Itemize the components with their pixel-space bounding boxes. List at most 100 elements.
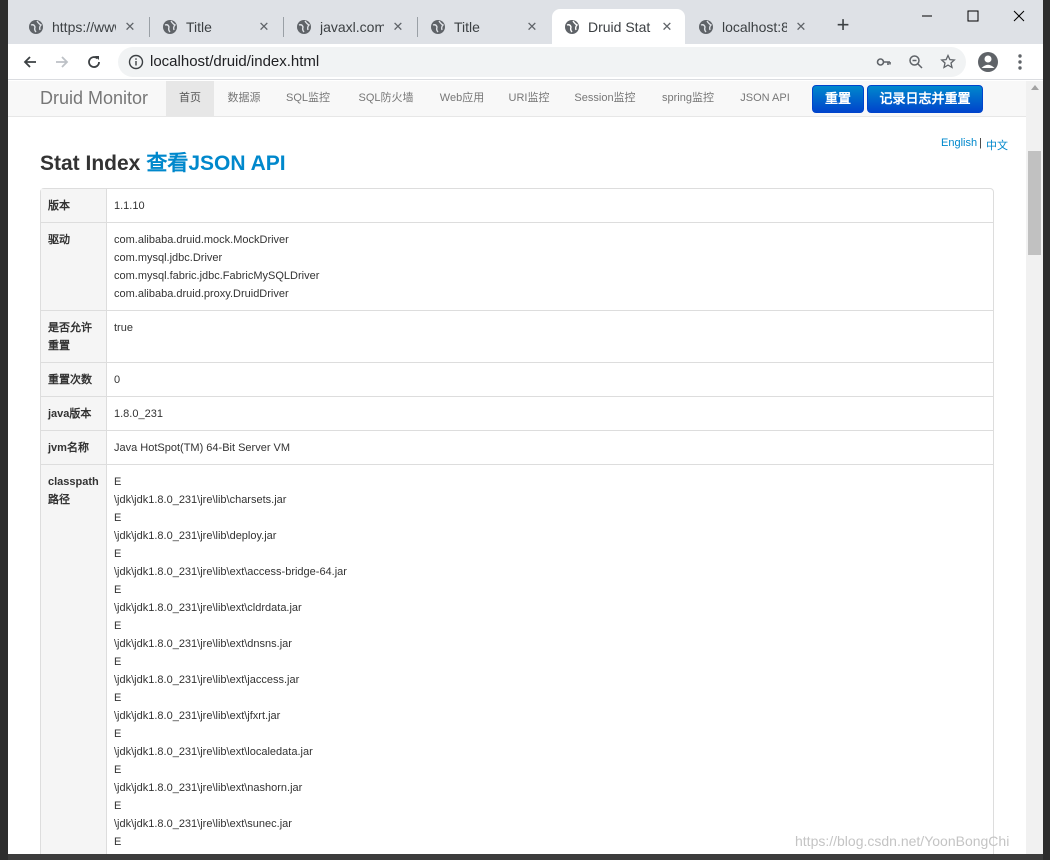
stat-value-line: E xyxy=(114,476,122,488)
reload-button[interactable] xyxy=(81,49,107,75)
stat-key: 是否允许重置 xyxy=(41,310,107,362)
stat-value-line: com.mysql.fabric.jdbc.FabricMySQLDriver xyxy=(114,270,320,282)
zoom-icon[interactable] xyxy=(908,54,924,70)
scroll-up-arrow-icon[interactable] xyxy=(1031,85,1039,90)
stat-value-line: \jdk\jdk1.8.0_231\jre\lib\ext\localedata… xyxy=(114,746,313,758)
lang-chinese-link[interactable]: 中文 xyxy=(986,137,1008,153)
nav-home[interactable]: 首页 xyxy=(166,81,214,116)
stat-value-line: E xyxy=(114,512,122,524)
lang-english-link[interactable]: English xyxy=(941,137,977,149)
browser-toolbar: localhost/druid/index.html xyxy=(8,44,1043,80)
table-row: jvm名称 Java HotSpot(TM) 64-Bit Server VM xyxy=(41,430,993,464)
browser-tab[interactable]: Title ✕ xyxy=(150,9,282,44)
desktop-background-right xyxy=(1043,0,1050,860)
nav-spring-monitor[interactable]: spring监控 xyxy=(650,81,726,116)
stat-value: com.alibaba.druid.mock.MockDriver com.mys… xyxy=(107,222,993,310)
stat-key: 重置次数 xyxy=(41,362,107,396)
stat-value: 1.8.0_231 xyxy=(107,396,993,430)
browser-tab[interactable]: javaxl.com ✕ xyxy=(284,9,416,44)
browser-tab-active[interactable]: Druid Stat In ✕ xyxy=(552,9,685,44)
close-icon[interactable]: ✕ xyxy=(256,19,272,35)
browser-tab[interactable]: https://www ✕ xyxy=(16,9,148,44)
stat-value-line: \jdk\jdk1.8.0_231\jre\lib\ext\nashorn.ja… xyxy=(114,782,303,794)
stat-value-line: E xyxy=(114,764,122,776)
tab-strip: https://www ✕ Title ✕ javaxl.com ✕ Title… xyxy=(8,0,1043,44)
stat-key: 驱动 xyxy=(41,222,107,310)
stat-value-line: Java HotSpot(TM) 64-Bit Server VM xyxy=(114,442,291,454)
stat-value-line: \jdk\jdk1.8.0_231\jre\lib\deploy.jar xyxy=(114,530,277,542)
stat-key: 版本 xyxy=(41,189,107,222)
json-api-link[interactable]: 查看JSON API xyxy=(146,152,285,175)
nav-uri-monitor[interactable]: URI监控 xyxy=(498,81,560,116)
browser-tab[interactable]: Title ✕ xyxy=(418,9,550,44)
brand-title[interactable]: Druid Monitor xyxy=(40,88,148,109)
close-window-button[interactable] xyxy=(996,4,1042,28)
close-icon[interactable]: ✕ xyxy=(390,19,406,35)
table-row: 是否允许重置 true xyxy=(41,310,993,362)
lang-separator: | xyxy=(979,137,982,149)
stat-value-line: \jdk\jdk1.8.0_231\jre\lib\ext\jaccess.ja… xyxy=(114,674,300,686)
tab-title: Druid Stat In xyxy=(588,18,653,35)
minimize-button[interactable] xyxy=(904,4,950,28)
stat-value-line: \jdk\jdk1.8.0_231\jre\lib\ext\sunec.jar xyxy=(114,818,292,830)
close-icon[interactable]: ✕ xyxy=(659,19,675,35)
stat-value-line: com.alibaba.druid.mock.MockDriver xyxy=(114,234,289,246)
globe-icon xyxy=(565,19,579,34)
nav-web-app[interactable]: Web应用 xyxy=(430,81,494,116)
table-row: java版本 1.8.0_231 xyxy=(41,396,993,430)
browser-tab[interactable]: localhost:80 ✕ xyxy=(686,9,819,44)
maximize-button[interactable] xyxy=(950,4,996,28)
key-icon[interactable] xyxy=(876,54,892,70)
tab-title: Title xyxy=(186,18,212,35)
stat-value-line: E xyxy=(114,728,122,740)
vertical-scrollbar[interactable] xyxy=(1026,81,1043,854)
forward-button[interactable] xyxy=(49,49,75,75)
tab-title: localhost:80 xyxy=(722,18,787,35)
scroll-thumb[interactable] xyxy=(1028,151,1041,255)
back-button[interactable] xyxy=(17,49,43,75)
new-tab-button[interactable]: + xyxy=(831,14,855,38)
reload-icon xyxy=(88,56,100,68)
stat-table: 版本 1.1.10 驱动 com.alibaba.druid.mock.MockDri… xyxy=(40,188,994,854)
menu-kebab-icon[interactable] xyxy=(1008,50,1032,74)
tab-title: javaxl.com xyxy=(320,18,384,35)
close-icon[interactable]: ✕ xyxy=(793,19,809,35)
close-icon[interactable]: ✕ xyxy=(122,19,138,35)
minimize-icon xyxy=(922,15,932,17)
url-text[interactable]: localhost/druid/index.html xyxy=(150,53,319,70)
table-row: 驱动 com.alibaba.druid.mock.MockDriver com.m… xyxy=(41,222,993,310)
reset-button[interactable]: 重置 xyxy=(812,85,864,113)
nav-session-monitor[interactable]: Session监控 xyxy=(564,81,646,116)
browser-window: https://www ✕ Title ✕ javaxl.com ✕ Title… xyxy=(8,0,1043,854)
stat-value-line: E xyxy=(114,692,122,704)
nav-json-api[interactable]: JSON API xyxy=(730,81,800,116)
stat-key: java版本 xyxy=(41,396,107,430)
table-row: 重置次数 0 xyxy=(41,362,993,396)
desktop-background xyxy=(0,0,8,860)
stat-value-line: \jdk\jdk1.8.0_231\jre\lib\ext\access-bri… xyxy=(114,566,347,578)
log-and-reset-button[interactable]: 记录日志并重置 xyxy=(867,85,983,113)
nav-sql-monitor[interactable]: SQL监控 xyxy=(274,81,342,116)
tab-title: https://www xyxy=(52,18,116,35)
stat-value-line: \jdk\jdk1.8.0_231\jre\lib\charsets.jar xyxy=(114,494,287,506)
table-row: 版本 1.1.10 xyxy=(41,189,993,222)
globe-icon xyxy=(163,19,177,34)
page-title-text: Stat Index xyxy=(40,152,141,175)
nav-sql-firewall[interactable]: SQL防火墙 xyxy=(346,81,426,116)
profile-avatar-icon[interactable] xyxy=(976,50,1000,74)
stat-value-line: com.mysql.jdbc.Driver xyxy=(114,252,223,264)
maximize-icon xyxy=(967,10,979,22)
info-icon[interactable] xyxy=(128,54,144,70)
bookmark-star-icon[interactable] xyxy=(940,54,956,70)
stat-value-line: E xyxy=(114,800,122,812)
druid-navbar: Druid Monitor 首页 数据源 SQL监控 SQL防火墙 Web应用 … xyxy=(8,81,1026,117)
stat-value-line: E xyxy=(114,620,122,632)
address-bar[interactable]: localhost/druid/index.html xyxy=(118,47,966,77)
stat-key: jvm名称 xyxy=(41,430,107,464)
nav-datasource[interactable]: 数据源 xyxy=(216,81,272,116)
close-icon[interactable]: ✕ xyxy=(524,19,540,35)
stat-value-line: E xyxy=(114,584,122,596)
table-row: classpath路径 E \jdk\jdk1.8.0_231\jre\lib\ch… xyxy=(41,464,993,854)
stat-value-line: \jdk\jdk1.8.0_231\jre\lib\ext\sunjce_pro… xyxy=(114,851,987,854)
page-viewport: Druid Monitor 首页 数据源 SQL监控 SQL防火墙 Web应用 … xyxy=(8,81,1026,854)
